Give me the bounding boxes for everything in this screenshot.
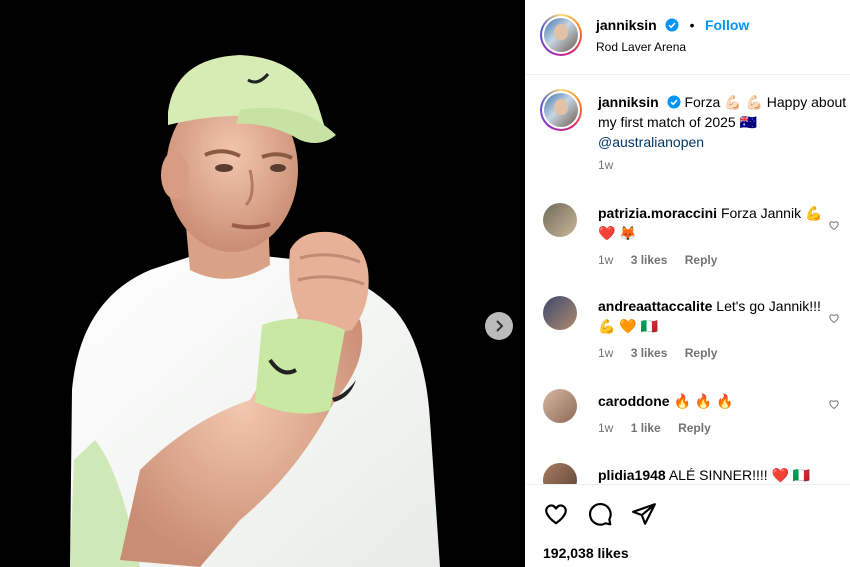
post-sidebar: janniksin • Follow Rod Laver Arena janni… [525, 0, 850, 567]
caption-username[interactable]: janniksin [598, 94, 659, 110]
caption-text-line1: Forza 💪🏻 💪🏻 Happy about [684, 94, 847, 110]
comment-text: 🔥 🔥 🔥 [673, 393, 734, 409]
heart-icon[interactable] [543, 501, 569, 527]
author-username[interactable]: janniksin [596, 17, 657, 33]
comment-text: ALÉ SINNER!!!! ❤️ 🇮🇹 [668, 467, 811, 483]
post-media [0, 0, 525, 567]
comments-list[interactable]: janniksin Forza 💪🏻 💪🏻 Happy about my fir… [525, 76, 850, 484]
next-photo-button[interactable] [485, 312, 513, 340]
comment-icon[interactable] [587, 501, 613, 527]
comment-like-heart-icon[interactable] [828, 312, 840, 324]
commenter-avatar[interactable] [543, 203, 577, 237]
comment-time[interactable]: 1w [598, 421, 613, 435]
verified-badge-icon [667, 95, 681, 109]
comment-text-line2: 💪 🧡 🇮🇹 [598, 318, 659, 334]
commenter-avatar[interactable] [543, 296, 577, 330]
commenter-avatar[interactable] [543, 463, 577, 484]
verified-badge-icon [665, 18, 679, 32]
author-avatar[interactable] [540, 14, 582, 56]
reply-button[interactable]: Reply [678, 421, 711, 435]
commenter-username[interactable]: patrizia.moraccini [598, 205, 717, 221]
separator-dot: • [689, 17, 695, 33]
comment-likes[interactable]: 1 like [631, 421, 661, 435]
comment-text: Forza Jannik 💪 [720, 205, 823, 221]
reply-button[interactable]: Reply [685, 253, 718, 267]
comment-likes[interactable]: 3 likes [631, 346, 668, 360]
caption-avatar[interactable] [540, 89, 582, 131]
commenter-username[interactable]: plidia1948 [598, 467, 666, 483]
share-icon[interactable] [631, 501, 657, 527]
follow-button[interactable]: Follow [705, 17, 749, 33]
likes-count[interactable]: 192,038 likes [543, 545, 629, 561]
comment-like-heart-icon[interactable] [828, 219, 840, 231]
post-actions: 192,038 likes [525, 484, 850, 567]
chevron-right-icon [496, 320, 504, 332]
commenter-username[interactable]: caroddone [598, 393, 670, 409]
comment-like-heart-icon[interactable] [828, 398, 840, 410]
post-header: janniksin • Follow Rod Laver Arena [525, 0, 850, 75]
reply-button[interactable]: Reply [685, 346, 718, 360]
comment-text: Let's go Jannik!!! [716, 298, 821, 314]
commenter-username[interactable]: andreaattaccalite [598, 298, 712, 314]
post-photo [0, 0, 525, 567]
caption-text-line2: my first match of 2025 🇦🇺 [598, 114, 758, 130]
commenter-avatar[interactable] [543, 389, 577, 423]
caption-mention[interactable]: @australianopen [598, 132, 850, 152]
caption-time[interactable]: 1w [598, 158, 613, 172]
post-location[interactable]: Rod Laver Arena [596, 40, 686, 54]
comment-likes[interactable]: 3 likes [631, 253, 668, 267]
comment-text-line2: ❤️ 🦊 [598, 225, 637, 241]
comment-time[interactable]: 1w [598, 253, 613, 267]
comment-time[interactable]: 1w [598, 346, 613, 360]
